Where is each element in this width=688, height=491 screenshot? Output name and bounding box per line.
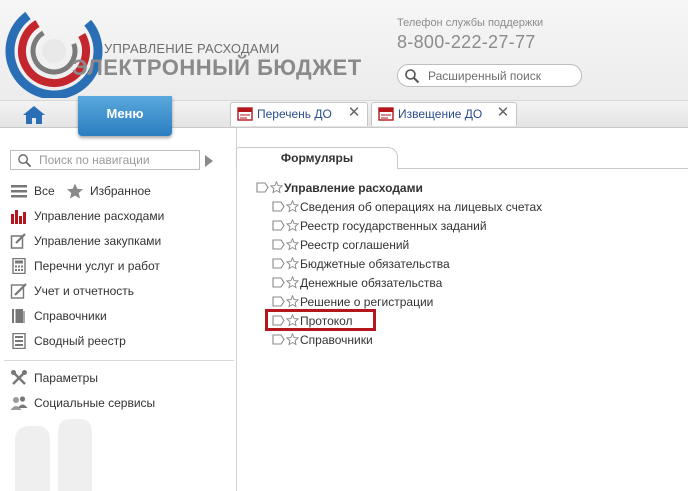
tree-item-label: Реестр государственных заданий [300,219,487,233]
brand-title: ЭЛЕКТРОННЫЙ БЮДЖЕТ [72,55,362,80]
document-icon [378,107,394,121]
sidebar-item-register[interactable]: Сводный реестр [10,332,210,350]
tree-item[interactable]: Реестр соглашений [272,236,432,254]
sidebar-item-label: Справочники [34,309,107,323]
tag-icon [272,334,285,345]
sidebar-item-label: Управление расходами [34,209,165,223]
menu-button[interactable]: Меню [78,96,172,136]
search-icon [18,154,32,168]
panel-divider [236,128,237,491]
tree-item[interactable]: Реестр государственных заданий [272,217,512,235]
tree-root-expenses[interactable]: Управление расходами [256,179,456,197]
tree-item-label: Решение о регистрации [300,295,434,309]
sidebar: Все Избранное Управление расходами Управ… [0,128,236,491]
support-phone: 8-800-222-27-77 [397,32,536,52]
sidebar-item-label: Сводный реестр [34,334,126,348]
sidebar-item-parameters[interactable]: Параметры [10,369,210,387]
advanced-search-input[interactable] [428,67,576,84]
highlight-box [265,309,376,331]
sidebar-item-social[interactable]: Социальные сервисы [10,394,210,412]
close-icon[interactable]: ✕ [496,105,510,120]
tree-item[interactable]: Денежные обязательства [272,274,472,292]
sidebar-item-label: Все [34,184,55,198]
users-icon [10,396,28,410]
nav-search-box[interactable] [10,150,200,170]
tab-formulary[interactable]: Формуляры [236,147,398,169]
sidebar-item-procurement[interactable]: Управление закупками [10,232,210,250]
tab-label: Перечень ДО [257,107,332,121]
tree-item[interactable]: Сведения об операциях на лицевых счетах [272,198,562,216]
sidebar-item-label: Управление закупками [34,234,162,248]
sidebar-item-label: Избранное [90,184,151,198]
tag-icon [272,220,285,231]
sidebar-item-label: Социальные сервисы [34,396,156,410]
tab-izveshchenie-do[interactable]: Извещение ДО ✕ [371,102,517,126]
tab-label: Извещение ДО [398,107,483,121]
advanced-search-box[interactable] [397,64,582,87]
tag-icon [272,201,285,212]
tree-item-label: Бюджетные обязательства [300,257,450,271]
tree-item-label: Справочники [300,333,373,347]
tree-root-label: Управление расходами [284,181,423,195]
calculator-icon [12,258,26,274]
sidebar-item-accounting[interactable]: Учет и отчетность [10,282,210,300]
sidebar-item-label: Учет и отчетность [34,284,134,298]
star-icon[interactable] [286,238,299,251]
sidebar-item-favorites[interactable]: Избранное [66,182,166,200]
brand-subtitle: УПРАВЛЕНИЕ РАСХОДАМИ [104,41,280,56]
tag-icon [272,277,285,288]
edit-icon [10,233,26,249]
tag-icon [272,258,285,269]
star-icon[interactable] [286,200,299,213]
sidebar-item-references[interactable]: Справочники [10,307,210,325]
star-icon [67,183,83,199]
book-icon [12,309,25,323]
star-icon[interactable] [270,181,283,194]
electronic-budget-logo[interactable] [4,4,104,98]
sidebar-item-label: Параметры [34,371,98,385]
sidebar-item-expenses[interactable]: Управление расходами [10,207,210,225]
header: УПРАВЛЕНИЕ РАСХОДАМИ ЭЛЕКТРОННЫЙ БЮДЖЕТ … [0,0,688,100]
pencil-icon [10,283,27,299]
wrench-icon [11,370,27,385]
register-icon [12,333,26,349]
nav-search-input[interactable] [39,152,197,168]
home-icon[interactable] [22,104,46,126]
sidebar-item-services[interactable]: Перечни услуг и работ [10,257,210,275]
decorative-silhouette [15,419,92,491]
folder-toggle-icon[interactable] [256,182,269,193]
star-icon[interactable] [286,257,299,270]
panel-top-border [397,168,688,169]
document-icon [237,107,253,121]
search-icon [405,69,420,84]
tag-icon [272,239,285,250]
tree-item-label: Реестр соглашений [300,238,410,252]
star-icon[interactable] [286,276,299,289]
tree-item[interactable]: Бюджетные обязательства [272,255,472,273]
sidebar-item-all[interactable]: Все [10,182,66,200]
tab-perechen-do[interactable]: Перечень ДО ✕ [230,102,368,126]
list-icon [11,185,27,198]
star-icon[interactable] [286,333,299,346]
sidebar-divider [4,360,234,361]
tree-item-label: Денежные обязательства [300,276,443,290]
nav-search-arrow-icon[interactable] [205,155,213,167]
tree-item[interactable]: Справочники [272,331,412,349]
star-icon[interactable] [286,295,299,308]
tag-icon [272,296,285,307]
support-label: Телефон службы поддержки [397,17,544,29]
tree-item-label: Сведения об операциях на лицевых счетах [300,200,543,214]
chart-icon [11,210,26,224]
star-icon[interactable] [286,219,299,232]
close-icon[interactable]: ✕ [347,105,361,120]
sidebar-item-label: Перечни услуг и работ [34,259,160,273]
